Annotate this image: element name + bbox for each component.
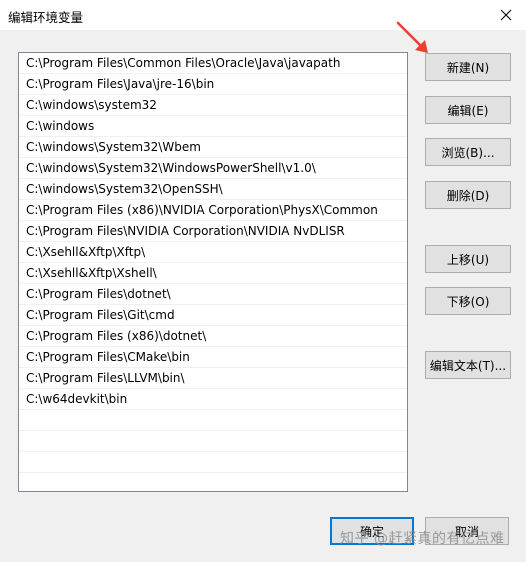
list-item[interactable]: C:\Program Files\CMake\bin: [19, 347, 407, 368]
close-button[interactable]: [486, 0, 526, 30]
list-item[interactable]: C:\Program Files\Common Files\Oracle\Jav…: [19, 53, 407, 74]
title-bar: 编辑环境变量: [0, 0, 526, 30]
list-item[interactable]: C:\Program Files\LLVM\bin\: [19, 368, 407, 389]
browse-button[interactable]: 浏览(B)...: [425, 138, 511, 166]
list-item[interactable]: C:\windows\System32\OpenSSH\: [19, 179, 407, 200]
list-item[interactable]: C:\windows\System32\WindowsPowerShell\v1…: [19, 158, 407, 179]
empty-list-row[interactable]: [19, 410, 407, 431]
empty-list-row[interactable]: [19, 473, 407, 491]
edit-text-button[interactable]: 编辑文本(T)...: [425, 351, 511, 379]
list-item[interactable]: C:\Program Files\Git\cmd: [19, 305, 407, 326]
annotation-arrow-icon: [396, 21, 428, 53]
list-item[interactable]: C:\w64devkit\bin: [19, 389, 407, 410]
list-item[interactable]: C:\windows\System32\Wbem: [19, 137, 407, 158]
move-up-button[interactable]: 上移(U): [425, 245, 511, 273]
list-item[interactable]: C:\Program Files\NVIDIA Corporation\NVID…: [19, 221, 407, 242]
list-item[interactable]: C:\Program Files (x86)\dotnet\: [19, 326, 407, 347]
empty-list-row[interactable]: [19, 452, 407, 473]
edit-button[interactable]: 编辑(E): [425, 96, 511, 124]
move-down-button[interactable]: 下移(O): [425, 287, 511, 315]
list-item[interactable]: C:\Program Files (x86)\NVIDIA Corporatio…: [19, 200, 407, 221]
ok-button[interactable]: 确定: [330, 517, 414, 545]
close-icon: [500, 9, 512, 21]
empty-list-row[interactable]: [19, 431, 407, 452]
list-item[interactable]: C:\windows\system32: [19, 95, 407, 116]
path-list[interactable]: C:\Program Files\Common Files\Oracle\Jav…: [18, 52, 408, 492]
list-item[interactable]: C:\windows: [19, 116, 407, 137]
list-item[interactable]: C:\Program Files\Java\jre-16\bin: [19, 74, 407, 95]
cancel-button[interactable]: 取消: [425, 517, 509, 545]
list-item[interactable]: C:\Xsehll&Xftp\Xshell\: [19, 263, 407, 284]
delete-button[interactable]: 删除(D): [425, 181, 511, 209]
dialog-title: 编辑环境变量: [8, 10, 84, 25]
new-button[interactable]: 新建(N): [425, 53, 511, 81]
list-item[interactable]: C:\Program Files\dotnet\: [19, 284, 407, 305]
list-item[interactable]: C:\Xsehll&Xftp\Xftp\: [19, 242, 407, 263]
